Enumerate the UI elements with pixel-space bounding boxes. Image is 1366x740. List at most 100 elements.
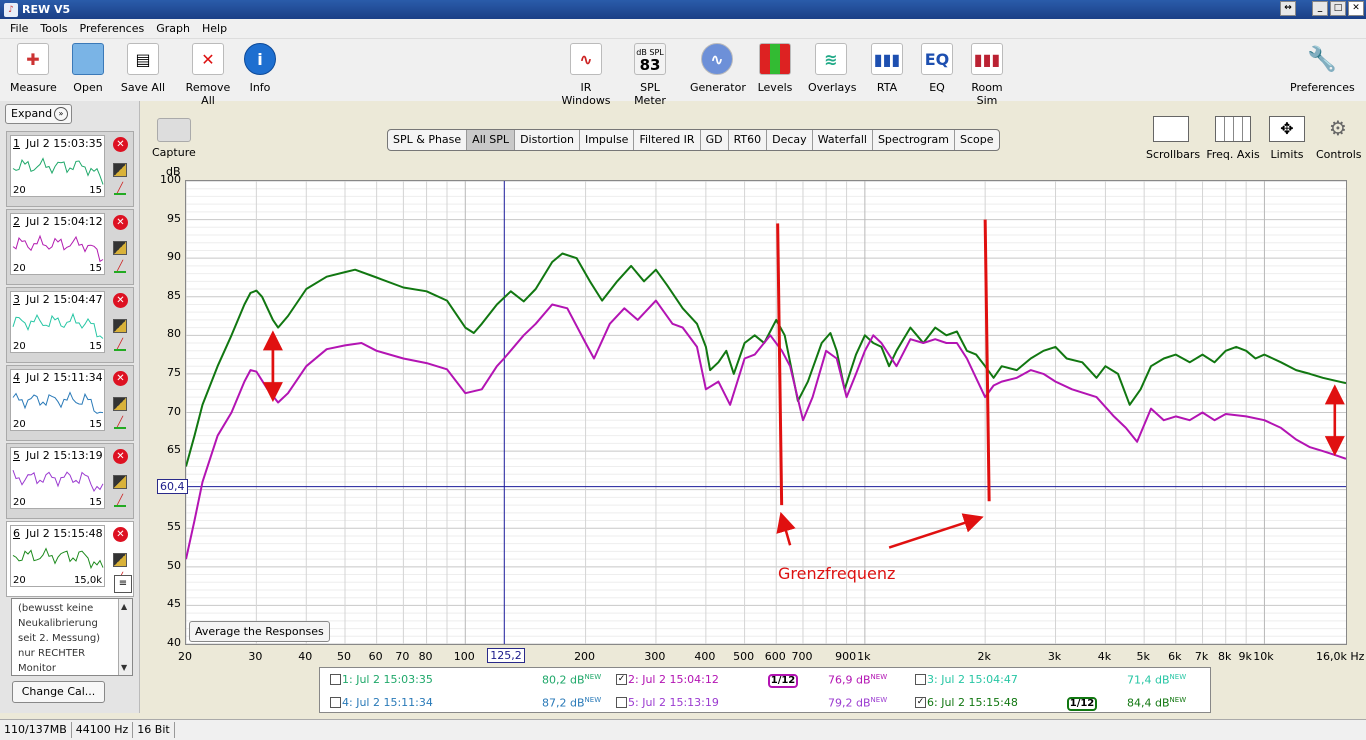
legend-checkbox[interactable] — [616, 697, 627, 708]
x-tick-label: 600 — [764, 650, 786, 663]
measurement-info-icon[interactable] — [113, 319, 127, 333]
remove-measurement-icon[interactable]: ✕ — [113, 215, 128, 230]
measure-icon: ✚ — [17, 43, 49, 75]
remove-measurement-icon[interactable]: ✕ — [113, 371, 128, 386]
pen-icon[interactable]: ╱ — [113, 494, 127, 508]
rta-button[interactable]: ▮▮▮ RTA — [870, 43, 904, 94]
tab-spectrogram[interactable]: Spectrogram — [873, 130, 956, 150]
cursor-level-readout: 60,4 — [157, 478, 188, 494]
notes-icon[interactable]: ≡ — [114, 575, 132, 593]
legend-label[interactable]: 3: Jul 2 15:04:47 — [927, 673, 1018, 686]
measurement-info-icon[interactable] — [113, 553, 127, 567]
scrollbars-button[interactable]: Scrollbars — [1146, 116, 1200, 161]
resize-icon[interactable]: ↔ — [1280, 1, 1296, 16]
legend-checkbox[interactable] — [330, 674, 341, 685]
legend-label[interactable]: 1: Jul 2 15:03:35 — [342, 673, 433, 686]
preferences-button[interactable]: 🔧 Preferences — [1290, 43, 1355, 94]
menu-help[interactable]: Help — [196, 22, 233, 35]
measurement-card[interactable]: 3 Jul 2 15:04:47 20 15 ✕ ╱ — [6, 287, 134, 363]
open-button[interactable]: Open — [68, 43, 108, 94]
measurement-legend: 1: Jul 2 15:03:35 80,2 dBNEW ✓ 2: Jul 2 15:… — [319, 667, 1211, 713]
tab-scope[interactable]: Scope — [955, 130, 999, 150]
remove-all-button[interactable]: ✕ Remove All — [178, 43, 238, 107]
legend-label[interactable]: 6: Jul 2 15:15:48 — [927, 696, 1018, 709]
remove-measurement-icon[interactable]: ✕ — [113, 449, 128, 464]
measurement-card[interactable]: 5 Jul 2 15:13:19 20 15 ✕ ╱ — [6, 443, 134, 519]
change-cal-button[interactable]: Change Cal... — [12, 681, 105, 703]
pen-icon[interactable]: ╱ — [113, 338, 127, 352]
legend-checkbox[interactable] — [915, 674, 926, 685]
tab-waterfall[interactable]: Waterfall — [813, 130, 873, 150]
ir-windows-button[interactable]: ∿ IR Windows — [556, 43, 616, 107]
tab-decay[interactable]: Decay — [767, 130, 813, 150]
minimize-button[interactable]: _ — [1312, 1, 1328, 16]
legend-checkbox[interactable]: ✓ — [616, 674, 627, 685]
measurement-card[interactable]: 1 Jul 2 15:03:35 20 15 ✕ ╱ — [6, 131, 134, 207]
limits-icon: ✥ — [1269, 116, 1305, 142]
menu-bar: File Tools Preferences Graph Help — [0, 19, 1366, 39]
tab-filtered-ir[interactable]: Filtered IR — [634, 130, 701, 150]
room-sim-button[interactable]: ▮▮▮ Room Sim — [962, 43, 1012, 107]
pen-icon[interactable]: ╱ — [113, 182, 127, 196]
average-responses-button[interactable]: Average the Responses — [189, 621, 330, 642]
tab-rt60[interactable]: RT60 — [729, 130, 768, 150]
expand-button[interactable]: Expand » — [5, 104, 72, 124]
measure-button[interactable]: ✚ Measure — [10, 43, 57, 94]
measurement-thumbnail[interactable]: 3 Jul 2 15:04:47 20 15 — [10, 291, 105, 353]
y-tick-label: 70 — [167, 404, 181, 418]
measurement-notes[interactable]: (bewusst keine Neukalibrierung seit 2. M… — [11, 598, 133, 676]
legend-checkbox[interactable]: ✓ — [915, 697, 926, 708]
pen-icon[interactable]: ╱ — [113, 416, 127, 430]
measurement-info-icon[interactable] — [113, 397, 127, 411]
menu-tools[interactable]: Tools — [34, 22, 73, 35]
remove-measurement-icon[interactable]: ✕ — [113, 293, 128, 308]
spl-plot[interactable] — [185, 180, 1347, 645]
tab-impulse[interactable]: Impulse — [580, 130, 635, 150]
capture-button[interactable]: Capture — [152, 118, 196, 159]
measurement-thumbnail[interactable]: 2 Jul 2 15:04:12 20 15 — [10, 213, 105, 275]
menu-preferences[interactable]: Preferences — [74, 22, 151, 35]
menu-graph[interactable]: Graph — [150, 22, 196, 35]
levels-button[interactable]: Levels — [756, 43, 794, 94]
freq-axis-button[interactable]: Freq. Axis — [1206, 116, 1260, 161]
tab-distortion[interactable]: Distortion — [515, 130, 580, 150]
info-button[interactable]: i Info — [244, 43, 276, 94]
x-tick-label: 700 — [791, 650, 813, 663]
controls-button[interactable]: ⚙ Controls — [1316, 116, 1362, 161]
remove-measurement-icon[interactable]: ✕ — [113, 527, 128, 542]
measurement-info-icon[interactable] — [113, 475, 127, 489]
legend-label[interactable]: 2: Jul 2 15:04:12 — [628, 673, 719, 686]
spl-graph[interactable] — [185, 180, 1347, 645]
eq-button[interactable]: EQ EQ — [920, 43, 954, 94]
measurement-card[interactable]: 2 Jul 2 15:04:12 20 15 ✕ ╱ — [6, 209, 134, 285]
menu-file[interactable]: File — [4, 22, 34, 35]
overlays-button[interactable]: ≋ Overlays — [808, 43, 857, 94]
measurement-thumbnail[interactable]: 6 Jul 2 15:15:48 20 15,0k — [10, 525, 105, 587]
legend-label[interactable]: 5: Jul 2 15:13:19 — [628, 696, 719, 709]
measurement-thumbnail[interactable]: 4 Jul 2 15:11:34 20 15 — [10, 369, 105, 431]
legend-label[interactable]: 4: Jul 2 15:11:34 — [342, 696, 433, 709]
tab-all-spl[interactable]: All SPL — [467, 130, 516, 150]
save-all-button[interactable]: ▤ Save All — [120, 43, 166, 94]
x-tick-label: 500 — [733, 650, 755, 663]
pen-icon[interactable]: ╱ — [113, 260, 127, 274]
smoothing-badge[interactable]: 1/12 — [1067, 697, 1097, 711]
maximize-button[interactable]: □ — [1330, 1, 1346, 16]
measurement-thumbnail[interactable]: 1 Jul 2 15:03:35 20 15 — [10, 135, 105, 197]
limits-button[interactable]: ✥ Limits — [1268, 116, 1306, 161]
notes-scrollbar[interactable] — [118, 599, 132, 675]
generator-button[interactable]: ∿ Generator — [690, 43, 746, 94]
tab-gd[interactable]: GD — [701, 130, 729, 150]
cursor-frequency-readout: 125,2 — [487, 648, 525, 663]
measurement-card[interactable]: 4 Jul 2 15:11:34 20 15 ✕ ╱ — [6, 365, 134, 441]
close-button[interactable]: ✕ — [1348, 1, 1364, 16]
tab-spl-phase[interactable]: SPL & Phase — [388, 130, 468, 150]
remove-measurement-icon[interactable]: ✕ — [113, 137, 128, 152]
measurement-thumbnail[interactable]: 5 Jul 2 15:13:19 20 15 — [10, 447, 105, 509]
legend-checkbox[interactable] — [330, 697, 341, 708]
measurement-info-icon[interactable] — [113, 241, 127, 255]
measurement-info-icon[interactable] — [113, 163, 127, 177]
smoothing-badge[interactable]: 1/12 — [768, 674, 798, 688]
measurement-number: 4 — [13, 371, 20, 384]
spl-meter-button[interactable]: dB SPL 83 SPL Meter — [624, 43, 676, 107]
